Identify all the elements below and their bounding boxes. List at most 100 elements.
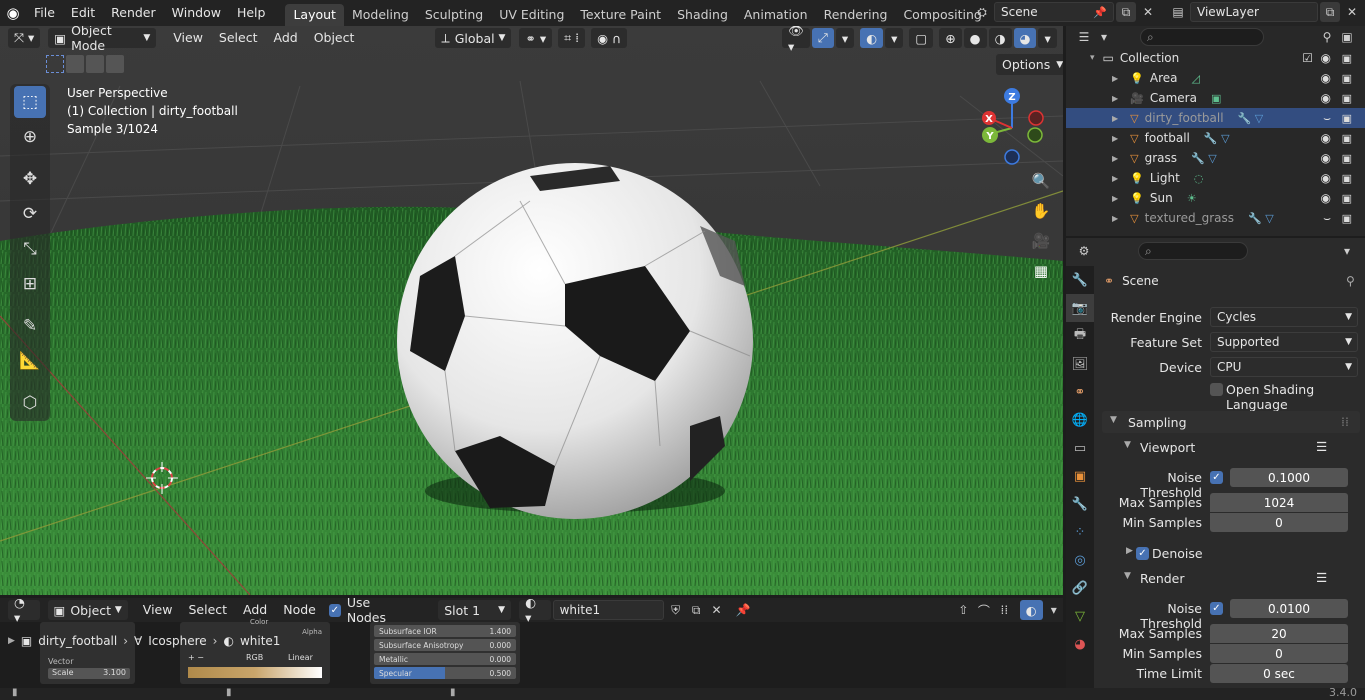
node-scale-field[interactable]: Scale 3.100 bbox=[48, 668, 130, 679]
eye-icon[interactable]: ◉ bbox=[1321, 71, 1331, 85]
object-data-icon[interactable]: ▣ bbox=[1211, 92, 1221, 105]
material-name-field[interactable]: white1 bbox=[552, 600, 665, 620]
filter-icon[interactable]: ⚲ bbox=[1317, 27, 1337, 47]
mode-dropdown[interactable]: ▣ Object Mode ▼ bbox=[48, 26, 157, 53]
camera-render-icon[interactable]: ▣ bbox=[1342, 152, 1352, 165]
options-dropdown[interactable]: Options ▼ bbox=[996, 54, 1063, 75]
camera-render-icon[interactable]: ▣ bbox=[1342, 132, 1352, 145]
use-nodes-checkbox[interactable]: ✓ bbox=[328, 603, 341, 617]
bsdf-field-subsurface-ior[interactable]: Subsurface IOR 1.400 bbox=[374, 625, 516, 637]
object-data-icon[interactable]: ◌ bbox=[1194, 172, 1204, 185]
object-data-icon[interactable]: ☀ bbox=[1187, 192, 1197, 205]
node-canvas[interactable]: Vector Scale 3.100 Color Alpha + − RGB L… bbox=[0, 618, 1063, 688]
ramp-color-mode[interactable]: RGB bbox=[246, 653, 263, 662]
object-data-icon[interactable]: 🔧 ▽ bbox=[1238, 112, 1264, 125]
pin-icon[interactable]: ⚲ bbox=[1346, 274, 1355, 288]
snap-icon[interactable]: ⌒ bbox=[975, 600, 993, 620]
outliner-item-camera[interactable]: ▶ 🎥 Camera ▣ ◉ ▣ bbox=[1066, 88, 1365, 108]
osl-checkbox[interactable] bbox=[1210, 383, 1223, 396]
snap-icon[interactable]: ⌗ ⁞ bbox=[558, 28, 586, 48]
camera-render-icon[interactable]: ▣ bbox=[1342, 72, 1352, 85]
device-dropdown[interactable]: CPU ▼ bbox=[1210, 357, 1358, 377]
collection-tab-icon[interactable]: ▭ bbox=[1066, 434, 1094, 462]
cursor-tool-icon[interactable]: ⊕ bbox=[14, 121, 46, 153]
view-layer-field[interactable]: ViewLayer bbox=[1190, 2, 1318, 22]
menu-window[interactable]: Window bbox=[164, 0, 229, 26]
chevron-right-icon[interactable]: ▶ bbox=[1126, 546, 1133, 556]
tab-modeling[interactable]: Modeling bbox=[344, 4, 417, 26]
outliner-item-grass[interactable]: ▶ ▽ grass 🔧 ▽ ◉ ▣ bbox=[1066, 148, 1365, 168]
outliner-editor-icon[interactable]: ☰ bbox=[1074, 27, 1094, 47]
select-extend-icon[interactable] bbox=[66, 55, 84, 73]
fake-user-icon[interactable]: ⛨ bbox=[666, 600, 684, 620]
scene-icon[interactable]: ⛭ bbox=[972, 2, 992, 22]
parent-node-tree-icon[interactable]: ⇧ bbox=[954, 600, 972, 620]
render-min-samples-field[interactable]: 0 bbox=[1210, 644, 1348, 663]
expand-icon[interactable]: ▶ bbox=[1112, 74, 1118, 83]
expand-icon[interactable]: ▶ bbox=[1112, 134, 1118, 143]
transform-tool-icon[interactable]: ⊞ bbox=[14, 268, 46, 300]
presets-list-icon[interactable]: ☰ bbox=[1316, 439, 1327, 454]
properties-search-input[interactable]: ⌕ bbox=[1138, 242, 1248, 260]
outliner-item-football[interactable]: ▶ ▽ football 🔧 ▽ ◉ ▣ bbox=[1066, 128, 1365, 148]
principled-bsdf-node[interactable]: Subsurface IOR 1.400 Subsurface Anisotropy… bbox=[370, 622, 520, 684]
viewport-menu-object[interactable]: Object bbox=[307, 26, 362, 50]
node-menu-node[interactable]: Node bbox=[276, 598, 323, 622]
scene-field[interactable]: Scene 📌 bbox=[994, 2, 1114, 22]
eye-icon[interactable]: ◉ bbox=[1321, 151, 1331, 165]
viewport-max-samples-field[interactable]: 1024 bbox=[1210, 493, 1348, 512]
select-box-tool-icon[interactable]: ⬚ bbox=[14, 86, 46, 118]
tab-sculpting[interactable]: Sculpting bbox=[417, 4, 491, 26]
overlay-dropdown-icon[interactable]: ▾ bbox=[1045, 600, 1063, 620]
outliner-search-input[interactable]: ⌕ bbox=[1140, 28, 1264, 46]
delete-view-layer-icon[interactable]: ✕ bbox=[1342, 2, 1362, 22]
expand-icon[interactable]: ▶ bbox=[1112, 174, 1118, 183]
editor-type-icon[interactable]: ⤧ ▾ bbox=[8, 28, 41, 48]
constraints-tab-icon[interactable]: 🔗 bbox=[1066, 574, 1094, 602]
tab-shading[interactable]: Shading bbox=[669, 4, 736, 26]
object-data-icon[interactable]: 🔧 ▽ bbox=[1191, 152, 1217, 165]
object-data-icon[interactable]: 🔧 ▽ bbox=[1248, 212, 1274, 225]
move-tool-icon[interactable]: ✥ bbox=[14, 163, 46, 195]
particles-tab-icon[interactable]: ⁘ bbox=[1066, 518, 1094, 546]
render-max-samples-field[interactable]: 20 bbox=[1210, 624, 1348, 643]
color-ramp-node[interactable]: Color Alpha + − RGB Linear bbox=[180, 618, 330, 684]
outliner-item-sun[interactable]: ▶ 💡 Sun ☀ ◉ ▣ bbox=[1066, 188, 1365, 208]
camera-render-icon[interactable]: ▣ bbox=[1342, 172, 1352, 185]
editor-type-icon[interactable]: ◔ ▾ bbox=[8, 595, 40, 625]
tab-rendering[interactable]: Rendering bbox=[816, 4, 896, 26]
viewport-menu-add[interactable]: Add bbox=[266, 26, 304, 50]
expand-icon[interactable]: ▶ bbox=[1112, 194, 1118, 203]
measure-tool-icon[interactable]: 📐 bbox=[14, 345, 46, 377]
bsdf-field-metallic[interactable]: Metallic 0.000 bbox=[374, 653, 516, 665]
new-scene-icon[interactable]: ⧉ bbox=[1116, 2, 1136, 22]
view-layer-icon[interactable]: ▤ bbox=[1168, 2, 1188, 22]
viewport-menu-select[interactable]: Select bbox=[212, 26, 265, 50]
outliner-item-area[interactable]: ▶ 💡 Area ◿ ◉ ▣ bbox=[1066, 68, 1365, 88]
presets-list-icon[interactable]: ☰ bbox=[1316, 570, 1327, 585]
slot-dropdown[interactable]: Slot 1 ▼ bbox=[438, 600, 512, 620]
snap-element-icon[interactable]: ⁞⁞ bbox=[995, 600, 1013, 620]
camera-render-icon[interactable]: ▣ bbox=[1342, 52, 1352, 65]
expand-icon[interactable]: ▾ bbox=[1090, 53, 1095, 63]
menu-render[interactable]: Render bbox=[103, 0, 164, 26]
camera-render-icon[interactable]: ▣ bbox=[1342, 192, 1352, 205]
object-data-icon[interactable]: ◿ bbox=[1191, 72, 1199, 85]
3d-viewport[interactable]: ⤧ ▾ ▣ Object Mode ▼ View Select Add Obje… bbox=[0, 26, 1063, 595]
output-tab-icon[interactable]: 🖶 bbox=[1066, 322, 1094, 350]
viewport-noise-threshold-field[interactable]: 0.1000 bbox=[1230, 468, 1348, 487]
tab-texture-paint[interactable]: Texture Paint bbox=[572, 4, 669, 26]
tab-layout[interactable]: Layout bbox=[285, 3, 344, 26]
world-tab-icon[interactable]: 🌐 bbox=[1066, 406, 1094, 434]
camera-render-icon[interactable]: ▣ bbox=[1342, 92, 1352, 105]
annotate-tool-icon[interactable]: ✎ bbox=[14, 310, 46, 342]
feature-set-dropdown[interactable]: Supported ▼ bbox=[1210, 332, 1358, 352]
add-cube-tool-icon[interactable]: ⬡ bbox=[14, 387, 46, 419]
navigation-gizmo[interactable]: Z Y X bbox=[976, 88, 1052, 168]
tab-uv-editing[interactable]: UV Editing bbox=[491, 4, 572, 26]
material-tab-icon[interactable]: ◕ bbox=[1066, 630, 1094, 658]
object-tab-icon[interactable]: ▣ bbox=[1066, 462, 1094, 490]
outliner-item-dirty-football[interactable]: ▶ ▽ dirty_football 🔧 ▽ ⌣ ▣ bbox=[1066, 108, 1365, 128]
rotate-tool-icon[interactable]: ⟳ bbox=[14, 198, 46, 230]
properties-editor-icon[interactable]: ⚙ bbox=[1074, 241, 1094, 261]
